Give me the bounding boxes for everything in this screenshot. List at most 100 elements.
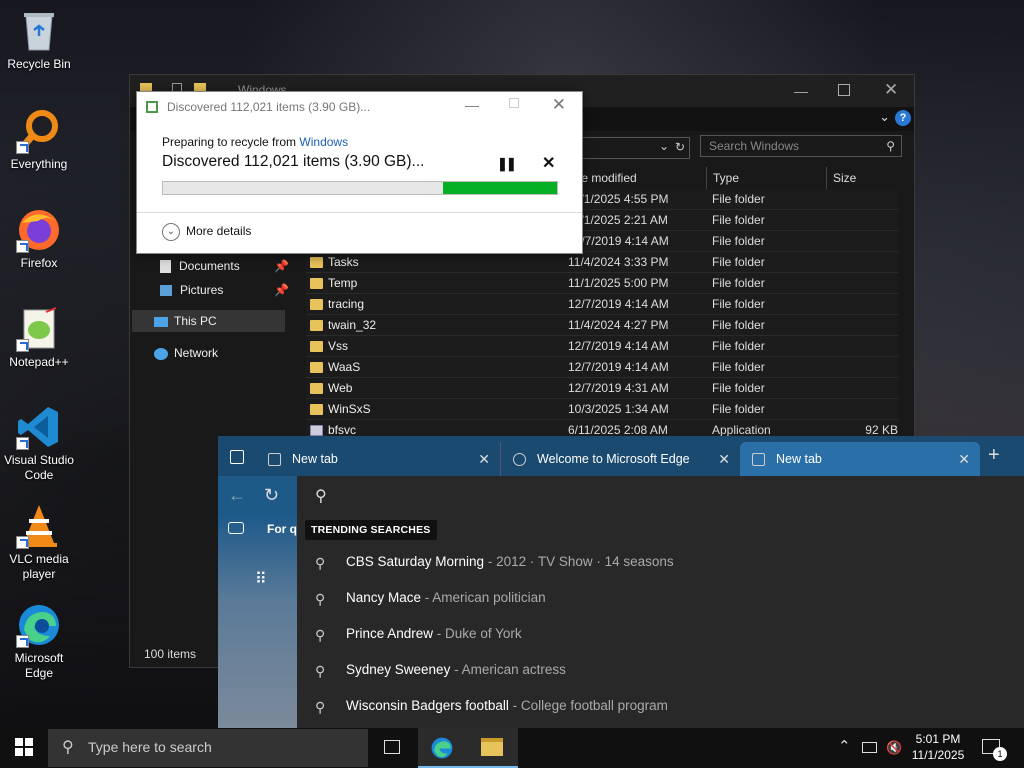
column-header-date[interactable]: te modified	[578, 167, 637, 189]
clock[interactable]: 5:01 PM 11/1/2025	[903, 731, 973, 763]
refresh-icon[interactable]: ↻	[675, 140, 685, 154]
suggestion-item[interactable]: ⚲ Wisconsin Badgers football - College fo…	[297, 689, 1024, 725]
task-view-button[interactable]	[368, 728, 418, 768]
column-header-type[interactable]: Type	[706, 167, 826, 189]
apps-grid-icon[interactable]: ⠿	[255, 569, 267, 589]
suggestion-item[interactable]: ⚲ Sydney Sweeney - American actress	[297, 653, 1024, 689]
address-bar[interactable]: ⌄ ↻	[570, 137, 690, 159]
file-row[interactable]: Vss 12/7/2019 4:14 AM File folder	[306, 336, 898, 357]
source-link[interactable]: Windows	[299, 135, 348, 149]
file-row[interactable]: Temp 11/1/2025 5:00 PM File folder	[306, 273, 898, 294]
file-name: twain_32	[328, 318, 377, 332]
search-icon: ⚲	[315, 555, 326, 571]
close-tab-icon[interactable]: ✕	[478, 442, 490, 476]
chevron-down-icon[interactable]: ⌄	[879, 109, 890, 125]
file-row[interactable]: tracing 12/7/2019 4:14 AM File folder	[306, 294, 898, 315]
file-name: Tasks	[328, 255, 359, 269]
new-tab-button[interactable]: +	[988, 444, 1000, 467]
minimize-icon[interactable]: —	[794, 83, 808, 99]
taskbar-explorer-button[interactable]	[468, 728, 518, 768]
file-name: tracing	[328, 297, 365, 311]
close-tab-icon[interactable]: ✕	[718, 442, 730, 476]
more-details-label: More details	[186, 224, 252, 239]
nav-item-label: Documents	[179, 259, 240, 273]
newtab-page-background	[218, 516, 297, 728]
search-placeholder: Type here to search	[88, 739, 212, 755]
desktop-icon-label: Firefox	[20, 256, 58, 270]
file-row[interactable]: WinSxS 10/3/2025 1:34 AM File folder	[306, 399, 898, 420]
search-input[interactable]: Search Windows ⚲	[700, 135, 902, 157]
taskbar: ⚲ Type here to search ⌃ 🔇 5:01 PM 11/1/2…	[0, 728, 1024, 768]
clock-time: 5:01 PM	[915, 732, 961, 746]
desktop-icon-label: Microsoft Edge	[14, 651, 64, 680]
search-icon: ⚲	[315, 699, 326, 715]
suggestion-item[interactable]: ⚲ Nancy Mace - American politician	[297, 581, 1024, 617]
network-icon[interactable]	[862, 742, 877, 753]
file-row[interactable]: WaaS 12/7/2019 4:14 AM File folder	[306, 357, 898, 378]
desktop-icon-recycle-bin[interactable]: Recycle Bin	[1, 8, 77, 72]
preparing-label: Preparing to recycle from	[162, 135, 297, 149]
suggestion-title: CBS Saturday Morning	[346, 554, 485, 569]
more-details-button[interactable]: ⌄ More details	[162, 223, 251, 241]
tab-welcome-edge[interactable]: Welcome to Microsoft Edge ✕	[500, 442, 740, 476]
desktop-icon-vlc[interactable]: VLC media player	[1, 503, 77, 582]
file-type: File folder	[712, 297, 765, 311]
file-row[interactable]: twain_32 11/4/2024 4:27 PM File folder	[306, 315, 898, 336]
column-header-size[interactable]: Size	[826, 167, 900, 189]
start-button[interactable]	[15, 738, 33, 756]
maximize-icon[interactable]	[838, 84, 850, 96]
chevron-up-icon[interactable]: ⌃	[838, 737, 851, 755]
desktop-icon-notepadpp[interactable]: Notepad++	[1, 306, 77, 370]
suggestion-item[interactable]: ⚲ CBS Saturday Morning - 2012 · TV Show ·…	[297, 545, 1024, 581]
file-row[interactable]: Web 12/7/2019 4:31 AM File folder	[306, 378, 898, 399]
desktop-icon-edge[interactable]: Microsoft Edge	[1, 602, 77, 681]
close-tab-icon[interactable]: ✕	[958, 442, 970, 476]
nav-item-documents[interactable]: Documents 📌	[160, 255, 289, 277]
cancel-button[interactable]: ✕	[542, 153, 555, 173]
suggestion-item[interactable]: ⚲ Prince Andrew - Duke of York	[297, 617, 1024, 653]
notifications-button[interactable]: 1	[982, 739, 1007, 761]
file-date: 12/7/2019 4:14 AM	[568, 234, 669, 248]
tab-strip: New tab ✕ Welcome to Microsoft Edge ✕ New …	[218, 436, 1024, 476]
desktop-icon-everything[interactable]: Everything	[1, 108, 77, 172]
nav-item-pictures[interactable]: Pictures 📌	[160, 279, 289, 301]
close-icon[interactable]: ✕	[552, 95, 566, 115]
tab-new-tab-active[interactable]: New tab ✕	[740, 442, 980, 476]
file-type: File folder	[712, 402, 765, 416]
back-icon[interactable]: ←	[228, 485, 246, 506]
everything-search-icon	[16, 108, 62, 154]
pin-icon[interactable]: 📌	[274, 279, 289, 301]
firefox-icon	[16, 207, 62, 253]
help-icon[interactable]: ?	[895, 110, 911, 126]
taskbar-search-input[interactable]: ⚲ Type here to search	[48, 729, 368, 767]
file-row[interactable]: Tasks 11/4/2024 3:33 PM File folder	[306, 252, 898, 273]
desktop-icon-firefox[interactable]: Firefox	[1, 207, 77, 271]
progress-fill	[442, 182, 557, 194]
address-input[interactable]	[341, 484, 941, 508]
tab-actions-icon[interactable]	[230, 450, 244, 464]
tab-new-tab-1[interactable]: New tab ✕	[256, 442, 500, 476]
volume-muted-icon[interactable]: 🔇	[886, 740, 902, 756]
pin-icon[interactable]: 📌	[274, 255, 289, 277]
nav-item-network[interactable]: Network	[154, 342, 218, 364]
network-icon	[154, 347, 168, 360]
tab-label: Welcome to Microsoft Edge	[537, 452, 690, 466]
file-date: 11/1/2025 4:55 PM	[568, 192, 669, 206]
divider	[137, 212, 582, 213]
status-item-count: 100 items	[144, 647, 197, 661]
close-icon[interactable]: ✕	[884, 80, 898, 100]
taskbar-edge-button[interactable]	[418, 728, 468, 768]
file-size: 92 KB	[865, 423, 898, 437]
pause-button[interactable]: ❚❚	[497, 156, 517, 172]
file-date: 11/1/2025 5:00 PM	[568, 276, 669, 290]
minimize-icon[interactable]: —	[465, 97, 479, 113]
suggestion-desc: College football program	[520, 698, 668, 713]
chevron-down-icon[interactable]: ⌄	[659, 139, 669, 153]
file-type: File folder	[712, 318, 765, 332]
nav-item-label: Pictures	[180, 283, 224, 297]
progress-bar	[162, 181, 558, 195]
desktop-icon-vscode[interactable]: Visual Studio Code	[1, 404, 77, 483]
refresh-icon[interactable]: ↻	[264, 485, 279, 506]
nav-item-this-pc[interactable]: This PC	[132, 310, 285, 332]
copilot-icon[interactable]	[228, 522, 244, 534]
